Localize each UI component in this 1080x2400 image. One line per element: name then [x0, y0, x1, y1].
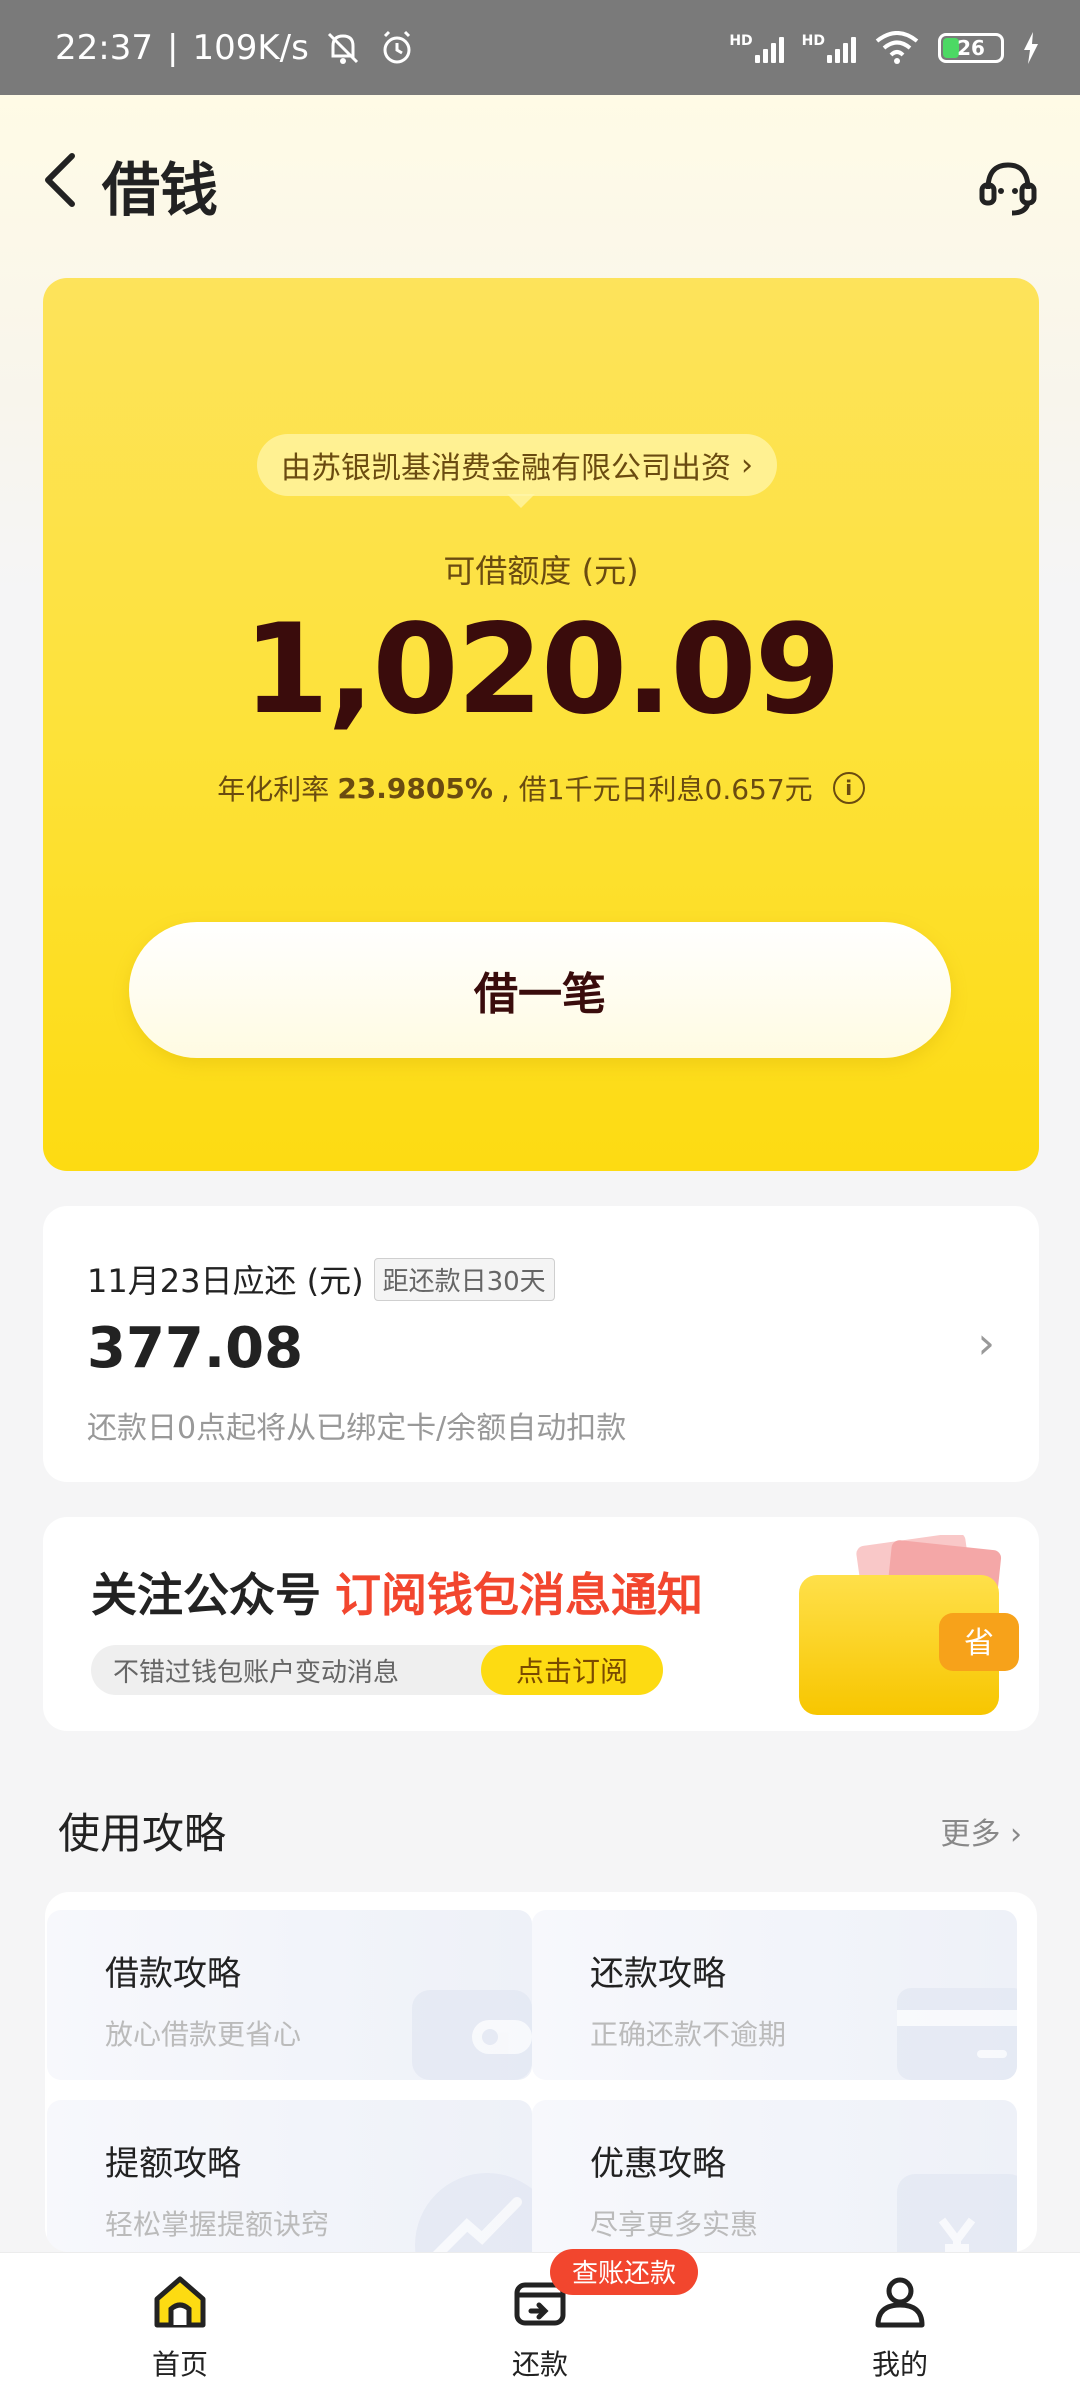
follow-title: 关注公众号 订阅钱包消息通知 — [91, 1559, 703, 1625]
guide-item-raise-limit[interactable]: 提额攻略 轻松掌握提额诀窍 — [47, 2100, 532, 2252]
repayment-card[interactable]: 11月23日应还 (元) 距还款日30天 377.08 还款日0点起将从已绑定卡… — [43, 1206, 1039, 1482]
limit-value: 1,020.09 — [243, 598, 841, 742]
guides-more-link[interactable]: 更多 › — [940, 1809, 1022, 1853]
repayment-due-label: 11月23日应还 (元) — [87, 1262, 364, 1300]
status-speed: 109K/s — [192, 27, 309, 68]
tab-home[interactable]: 首页 — [80, 2271, 280, 2383]
wallet-illustration: 省 — [799, 1535, 1019, 1715]
repayment-amount: 377.08 — [87, 1316, 304, 1381]
guides-header: 使用攻略 更多 › — [58, 1800, 1022, 1861]
card-icon — [897, 1988, 1017, 2080]
wifi-icon — [875, 30, 919, 64]
status-time: 22:37 — [55, 27, 153, 68]
guide-item-repay[interactable]: 还款攻略 正确还款不逾期 — [532, 1910, 1017, 2080]
tab-mine[interactable]: 我的 — [800, 2271, 1000, 2383]
back-arrow-icon[interactable] — [40, 150, 80, 220]
status-divider: | — [166, 27, 179, 68]
follow-banner[interactable]: 关注公众号 订阅钱包消息通知 不错过钱包账户变动消息 点击订阅 省 — [43, 1517, 1039, 1731]
status-right: HD HD 26 — [729, 30, 1040, 65]
guide-item-borrow[interactable]: 借款攻略 放心借款更省心 — [47, 1910, 532, 2080]
alarm-icon — [383, 30, 411, 63]
nav-bar: 借钱 — [0, 95, 1080, 275]
battery-icon: 26 — [938, 32, 1004, 63]
wallet-icon — [412, 1990, 532, 2080]
rate-line: 年化利率 23.9805% , 借1千元日利息0.657元 i — [43, 768, 1039, 808]
tab-bar: 首页 查账还款 还款 我的 — [0, 2248, 1080, 2400]
guide-item-discount[interactable]: 优惠攻略 尽享更多实惠 — [532, 2100, 1017, 2252]
chevron-right-icon: › — [977, 1318, 995, 1369]
repayment-header: 11月23日应还 (元) 距还款日30天 — [87, 1256, 995, 1302]
battery-level: 26 — [957, 35, 985, 60]
rate-value: 23.9805% — [337, 771, 493, 805]
charging-icon — [1024, 31, 1038, 64]
hd-signal-icon-2: HD — [802, 33, 856, 63]
repayment-note: 还款日0点起将从已绑定卡/余额自动扣款 — [87, 1411, 627, 1446]
follow-pill-text: 不错过钱包账户变动消息 — [113, 1657, 400, 1688]
user-icon — [875, 2277, 925, 2327]
borrow-button[interactable]: 借一笔 — [129, 922, 951, 1058]
hd-signal-icon-1: HD — [729, 33, 784, 63]
tab-label: 我的 — [871, 2347, 928, 2381]
follow-title-prefix: 关注公众号 — [91, 1568, 321, 1622]
tab-label: 首页 — [151, 2347, 208, 2381]
guides-more-label: 更多 — [940, 1816, 1001, 1852]
funder-text: 由苏银凯基消费金融有限公司出资 — [281, 451, 731, 486]
funder-badge[interactable]: 由苏银凯基消费金融有限公司出资 › — [257, 434, 777, 508]
days-until-due-tag: 距还款日30天 — [373, 1257, 555, 1301]
follow-title-highlight: 订阅钱包消息通知 — [335, 1568, 703, 1622]
wallet-badge-text: 省 — [964, 1626, 994, 1661]
coupon-icon — [897, 2174, 1017, 2252]
guides-title: 使用攻略 — [58, 1809, 227, 1858]
subscribe-button[interactable]: 点击订阅 — [481, 1645, 663, 1695]
status-left: 22:37 | 109K/s — [55, 28, 417, 68]
loan-card: 由苏银凯基消费金融有限公司出资 › 可借额度 (元) 1,020.09 年化利率… — [43, 278, 1039, 1171]
mute-bell-icon — [327, 32, 358, 64]
rate-suffix: , 借1千元日利息0.657元 — [500, 773, 813, 806]
funder-chevron-icon: › — [741, 447, 753, 483]
rate-prefix: 年化利率 — [217, 773, 330, 806]
guides-card: 借款攻略 放心借款更省心 还款攻略 正确还款不逾期 提额攻略 轻松掌握提额诀窍 … — [45, 1892, 1037, 2252]
repay-badge[interactable]: 查账还款 — [550, 2248, 699, 2295]
info-icon[interactable]: i — [832, 772, 865, 804]
trend-up-icon — [415, 2173, 532, 2252]
tab-repay[interactable]: 查账还款 还款 — [440, 2248, 699, 2383]
tab-label: 还款 — [511, 2347, 568, 2381]
customer-service-icon[interactable] — [976, 155, 1040, 219]
status-bar: 22:37 | 109K/s HD HD 26 — [0, 0, 1080, 95]
page-title: 借钱 — [102, 156, 219, 224]
home-icon — [154, 2276, 206, 2327]
limit-label: 可借额度 (元) — [443, 552, 639, 590]
follow-pill: 不错过钱包账户变动消息 点击订阅 — [91, 1645, 663, 1695]
